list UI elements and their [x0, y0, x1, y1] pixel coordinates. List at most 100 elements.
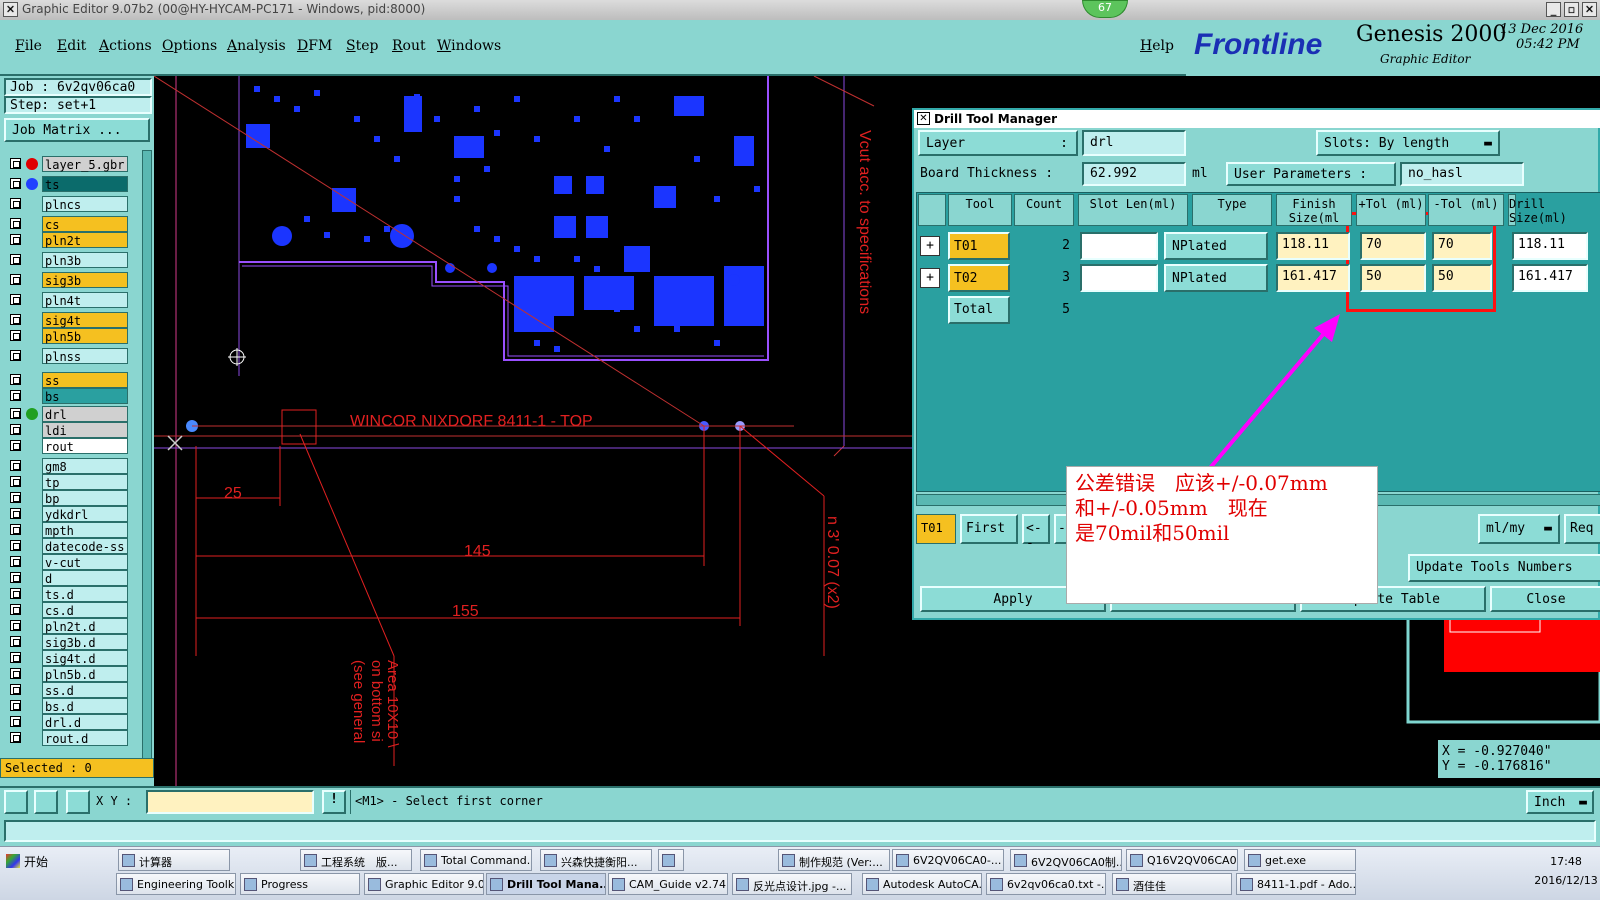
layer-row[interactable]: rout [6, 438, 128, 454]
menu-step[interactable]: Step [346, 38, 378, 54]
layer-row[interactable]: bs.d [6, 698, 128, 714]
drill-size-input[interactable]: 161.417 [1512, 264, 1588, 292]
layer-checkbox[interactable] [10, 274, 21, 285]
layer-name[interactable]: pln5b.d [42, 666, 128, 682]
layer-name[interactable]: d [42, 570, 128, 586]
taskbar-item[interactable]: 酒佳佳 [1112, 873, 1232, 895]
layer-row[interactable]: pln5b [6, 328, 128, 344]
layer-row[interactable]: drl [6, 406, 128, 422]
minimize-icon[interactable]: _ [1546, 2, 1561, 17]
layer-checkbox[interactable] [10, 524, 21, 535]
taskbar-item[interactable]: 反光点设计.jpg -... [732, 873, 852, 895]
layer-checkbox[interactable] [10, 588, 21, 599]
layer-row[interactable]: bs [6, 388, 128, 404]
menu-options[interactable]: Options [162, 38, 217, 54]
taskbar-item[interactable]: CAM_Guide v2.74 [608, 873, 728, 895]
layer-name[interactable]: datecode-ss [42, 538, 128, 554]
layer-checkbox[interactable] [10, 636, 21, 647]
layer-name[interactable]: ss [42, 372, 128, 388]
layer-checkbox[interactable] [10, 604, 21, 615]
layer-row[interactable]: ldi [6, 422, 128, 438]
layer-row[interactable]: pln2t.d [6, 618, 128, 634]
layer-name[interactable]: rout [42, 438, 128, 454]
type-dropdown[interactable]: NPlated [1164, 232, 1268, 260]
taskbar-item[interactable]: 6V2QV06CA0制... [1010, 849, 1122, 871]
taskbar-item[interactable]: 制作规范 (Ver:... [778, 849, 890, 871]
layer-checkbox[interactable] [10, 556, 21, 567]
layer-name[interactable]: sig4t [42, 312, 128, 328]
slots-dropdown[interactable]: Slots: By length ▬ [1316, 130, 1500, 156]
units-select[interactable]: Inch ▬ [1526, 790, 1594, 814]
layer-name[interactable]: rout.d [42, 730, 128, 746]
grid-icon[interactable] [66, 790, 90, 814]
layer-name[interactable]: drl [42, 406, 128, 422]
thickness-input[interactable]: 62.992 [1082, 162, 1186, 186]
layer-checkbox[interactable] [10, 508, 21, 519]
window-title-bar[interactable]: ✕ Graphic Editor 9.07b2 (00@HY-HYCAM-PC1… [0, 0, 1600, 20]
layer-row[interactable]: ts.d [6, 586, 128, 602]
taskbar-item[interactable]: Q16V2QV06CA0... [1126, 849, 1238, 871]
user-params-label[interactable]: User Parameters : [1226, 162, 1396, 186]
layer-checkbox[interactable] [10, 330, 21, 341]
layer-row[interactable]: pln2t [6, 232, 128, 248]
units-dropdown[interactable]: ml/my ▬ [1478, 514, 1560, 544]
user-params-input[interactable]: no_hasl [1400, 162, 1524, 186]
layer-name[interactable]: tp [42, 474, 128, 490]
menu-edit[interactable]: Edit [57, 38, 86, 54]
req-button[interactable]: Req [1564, 514, 1600, 544]
drill-size-input[interactable]: 118.11 [1512, 232, 1588, 260]
plus-tol-input[interactable]: 50 [1360, 264, 1426, 292]
taskbar-item[interactable]: 计算器 [118, 849, 230, 871]
layer-checkbox[interactable] [10, 254, 21, 265]
layer-name[interactable]: pln2t [42, 232, 128, 248]
layer-checkbox[interactable] [10, 476, 21, 487]
layer-checkbox[interactable] [10, 572, 21, 583]
expand-icon[interactable]: + [920, 236, 940, 256]
layer-checkbox[interactable] [10, 374, 21, 385]
layer-row[interactable]: plncs [6, 196, 128, 212]
taskbar-item[interactable]: Autodesk AutoCA... [862, 873, 982, 895]
taskbar-item[interactable]: Graphic Editor 9.0... [364, 873, 484, 895]
first-button[interactable]: First [960, 514, 1018, 544]
finish-size-input[interactable]: 118.11 [1276, 232, 1350, 260]
taskbar-item[interactable]: 兴森快捷衡阳... [540, 849, 652, 871]
layer-row[interactable]: mpth [6, 522, 128, 538]
measure-icon[interactable] [34, 790, 58, 814]
layer-checkbox[interactable] [10, 408, 21, 419]
layer-input[interactable]: drl [1082, 130, 1186, 156]
layer-name[interactable]: plncs [42, 196, 128, 212]
taskbar-item[interactable]: get.exe [1244, 849, 1356, 871]
slot-length-input[interactable] [1080, 232, 1158, 260]
tool-name[interactable]: T01 [948, 232, 1010, 260]
close-icon[interactable]: ✕ [1582, 2, 1597, 17]
dialog-title-bar[interactable]: ✕ Drill Tool Manager [914, 110, 1600, 128]
xy-input[interactable] [146, 790, 314, 814]
layer-checkbox[interactable] [10, 700, 21, 711]
layer-name[interactable]: layer_5.gbr [42, 156, 128, 172]
layer-name[interactable]: ts [42, 176, 128, 192]
layer-checkbox[interactable] [10, 158, 21, 169]
layer-checkbox[interactable] [10, 314, 21, 325]
finish-size-input[interactable]: 161.417 [1276, 264, 1350, 292]
layer-name[interactable]: cs.d [42, 602, 128, 618]
layer-name[interactable]: sig4t.d [42, 650, 128, 666]
taskbar-item[interactable]: Total Command... [420, 849, 532, 871]
menu-windows[interactable]: Windows [437, 38, 501, 54]
layer-name[interactable]: mpth [42, 522, 128, 538]
layer-name[interactable]: sig3b [42, 272, 128, 288]
update-tools-numbers-button[interactable]: Update Tools Numbers [1408, 554, 1600, 582]
layer-checkbox[interactable] [10, 620, 21, 631]
layer-checkbox[interactable] [10, 540, 21, 551]
slot-length-input[interactable] [1080, 264, 1158, 292]
menu-actions[interactable]: Actions [99, 38, 152, 54]
layer-row[interactable]: bp [6, 490, 128, 506]
layer-row[interactable]: tp [6, 474, 128, 490]
layer-name[interactable]: cs [42, 216, 128, 232]
layer-row[interactable]: layer_5.gbr [6, 156, 128, 172]
taskbar-item[interactable] [658, 849, 684, 871]
taskbar-item[interactable]: Engineering Toolki... [116, 873, 236, 895]
layer-checkbox[interactable] [10, 234, 21, 245]
layer-scrollbar[interactable] [142, 150, 152, 762]
menu-dfm[interactable]: DFM [297, 38, 332, 54]
layer-row[interactable]: sig4t.d [6, 650, 128, 666]
